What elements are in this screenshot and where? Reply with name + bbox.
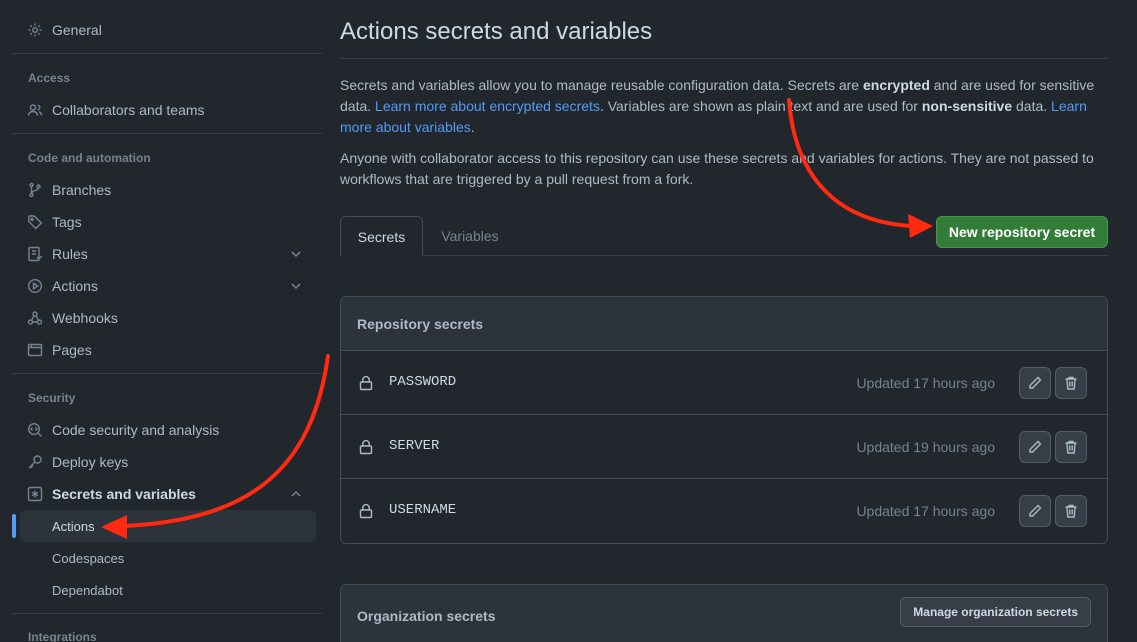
sidebar-item-general[interactable]: General xyxy=(12,14,316,46)
repository-secrets-heading: Repository secrets xyxy=(341,297,1107,351)
organization-secrets-heading: Organization secrets xyxy=(357,608,496,624)
secret-updated: Updated 17 hours ago xyxy=(856,503,995,519)
settings-sidebar: General Access Collaborators and teams C… xyxy=(12,0,322,642)
sidebar-divider xyxy=(12,373,322,374)
pencil-icon xyxy=(1029,376,1042,389)
sidebar-item-webhooks[interactable]: Webhooks xyxy=(12,302,316,334)
key-icon xyxy=(26,453,44,471)
people-icon xyxy=(26,101,44,119)
collaborator-note: Anyone with collaborator access to this … xyxy=(340,150,1094,187)
page-title: Actions secrets and variables xyxy=(340,18,653,45)
webhook-icon xyxy=(26,309,44,327)
sidebar-item-rules[interactable]: Rules xyxy=(12,238,316,270)
secret-name: USERNAME xyxy=(389,502,457,518)
pencil-icon xyxy=(1029,504,1042,517)
lock-icon xyxy=(359,375,373,391)
desc-text: . xyxy=(470,119,475,135)
sidebar-item-label: Rules xyxy=(52,246,88,262)
pencil-icon xyxy=(1029,440,1042,453)
delete-secret-button[interactable] xyxy=(1055,367,1087,399)
edit-secret-button[interactable] xyxy=(1019,367,1051,399)
sidebar-item-label: Pages xyxy=(52,342,92,358)
sidebar-item-label: Branches xyxy=(52,182,112,198)
sidebar-group-access: Access xyxy=(28,71,71,85)
sidebar-item-code-security[interactable]: Code security and analysis xyxy=(12,414,316,446)
chevron-down-icon[interactable] xyxy=(288,246,304,262)
play-icon xyxy=(26,277,44,295)
sidebar-item-secrets-variables[interactable]: Secrets and variables xyxy=(12,478,316,510)
sidebar-item-label: Collaborators and teams xyxy=(52,102,205,118)
browser-icon xyxy=(26,341,44,359)
sidebar-item-label: Code security and analysis xyxy=(52,422,220,438)
rules-icon xyxy=(26,245,44,263)
gear-icon xyxy=(26,21,44,39)
trash-icon xyxy=(1065,440,1077,454)
sidebar-divider xyxy=(12,53,322,54)
table-row: PASSWORD Updated 17 hours ago xyxy=(341,351,1107,415)
sidebar-divider xyxy=(12,613,322,614)
tab-variables[interactable]: Variables xyxy=(440,216,500,256)
learn-encrypted-secrets-link[interactable]: Learn more about encrypted secrets xyxy=(375,98,600,114)
active-indicator xyxy=(12,514,16,538)
desc-bold: encrypted xyxy=(862,77,930,93)
sidebar-subitem-dependabot[interactable]: Dependabot xyxy=(20,574,316,606)
sidebar-group-integrations: Integrations xyxy=(28,630,97,642)
chevron-down-icon[interactable] xyxy=(288,278,304,294)
trash-icon xyxy=(1065,376,1077,390)
sidebar-item-collaborators[interactable]: Collaborators and teams xyxy=(12,94,316,126)
tab-secrets[interactable]: Secrets xyxy=(340,216,423,257)
chevron-up-icon[interactable] xyxy=(288,486,304,502)
asterisk-box-icon xyxy=(26,485,44,503)
sidebar-item-label: Secrets and variables xyxy=(52,486,196,502)
trash-icon xyxy=(1065,504,1077,518)
description-paragraph: Secrets and variables allow you to manag… xyxy=(340,75,1108,138)
delete-secret-button[interactable] xyxy=(1055,495,1087,527)
secret-name: PASSWORD xyxy=(389,374,457,390)
organization-secrets-panel: Organization secrets Manage organization… xyxy=(340,584,1108,642)
sidebar-item-pages[interactable]: Pages xyxy=(12,334,316,366)
edit-secret-button[interactable] xyxy=(1019,495,1051,527)
edit-secret-button[interactable] xyxy=(1019,431,1051,463)
sidebar-item-branches[interactable]: Branches xyxy=(12,174,316,206)
desc-text: Secrets and variables allow you to manag… xyxy=(340,77,863,93)
sidebar-item-deploy-keys[interactable]: Deploy keys xyxy=(12,446,316,478)
manage-organization-secrets-button[interactable]: Manage organization secrets xyxy=(900,597,1091,627)
sidebar-item-tags[interactable]: Tags xyxy=(12,206,316,238)
sidebar-subitem-codespaces[interactable]: Codespaces xyxy=(20,542,316,574)
repository-secrets-panel: Repository secrets PASSWORD Updated 17 h… xyxy=(340,296,1108,544)
sidebar-subitem-actions[interactable]: Actions xyxy=(20,510,316,542)
sidebar-item-label: General xyxy=(52,22,102,38)
sidebar-item-label: Webhooks xyxy=(52,310,118,326)
codescan-icon xyxy=(26,421,44,439)
new-repository-secret-button[interactable]: New repository secret xyxy=(936,216,1108,248)
desc-bold: non-sensitive xyxy=(921,98,1013,114)
sidebar-item-label: Deploy keys xyxy=(52,454,129,470)
lock-icon xyxy=(359,503,373,519)
desc-text: . Variables are shown as plain text and … xyxy=(599,98,922,114)
desc-text: data. xyxy=(1012,98,1052,114)
secret-updated: Updated 17 hours ago xyxy=(856,375,995,391)
secret-updated: Updated 19 hours ago xyxy=(856,439,995,455)
sidebar-divider xyxy=(12,133,322,134)
title-divider xyxy=(340,58,1108,59)
sidebar-group-code-automation: Code and automation xyxy=(28,151,151,165)
branch-icon xyxy=(26,181,44,199)
table-row: SERVER Updated 19 hours ago xyxy=(341,415,1107,479)
sidebar-item-actions[interactable]: Actions xyxy=(12,270,316,302)
sidebar-item-label: Actions xyxy=(52,278,98,294)
organization-secrets-header: Organization secrets Manage organization… xyxy=(341,585,1107,642)
secret-name: SERVER xyxy=(389,438,440,454)
lock-icon xyxy=(359,439,373,455)
tag-icon xyxy=(26,213,44,231)
delete-secret-button[interactable] xyxy=(1055,431,1087,463)
sidebar-item-label: Tags xyxy=(52,214,82,230)
table-row: USERNAME Updated 17 hours ago xyxy=(341,479,1107,543)
sidebar-group-security: Security xyxy=(28,391,76,405)
main-content: Actions secrets and variables Secrets an… xyxy=(340,0,1108,642)
